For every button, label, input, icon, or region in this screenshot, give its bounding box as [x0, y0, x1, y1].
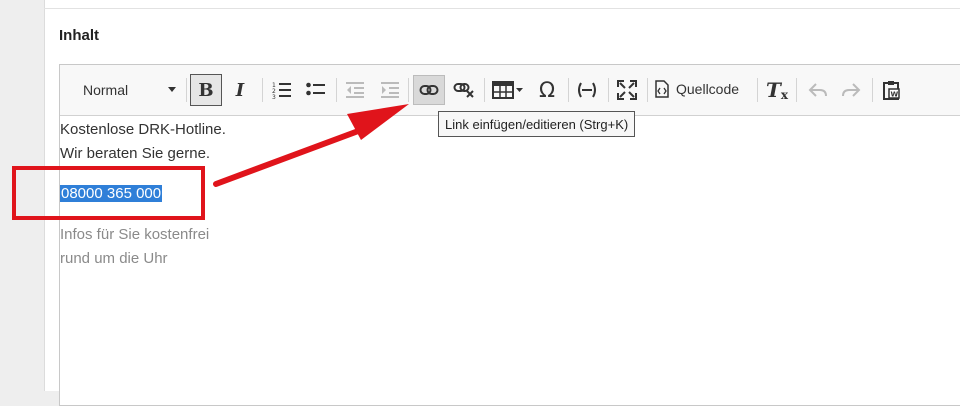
annotation-arrow [213, 104, 409, 187]
